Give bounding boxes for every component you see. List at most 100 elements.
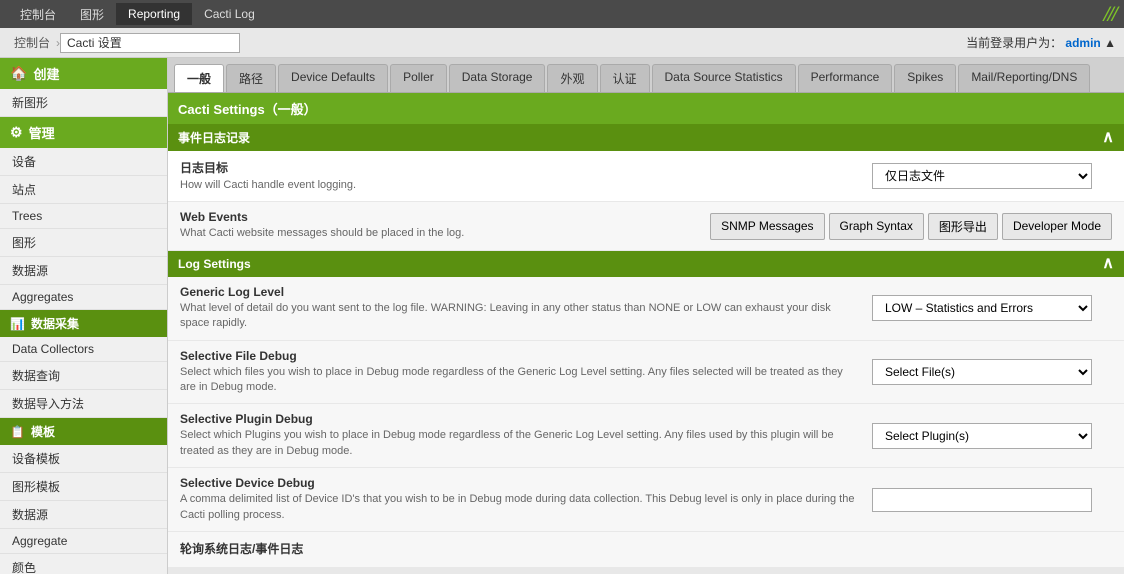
setting-syslog-title: 轮询系统日志/事件日志	[180, 540, 860, 557]
subsection-event-log[interactable]: 事件日志记录 ∧	[168, 124, 1124, 151]
setting-log-target: 日志目标 How will Cacti handle event logging…	[168, 151, 1124, 202]
setting-selective-file-title: Selective File Debug	[180, 349, 860, 363]
setting-selective-plugin-control: Select Plugin(s)	[872, 423, 1112, 449]
sidebar-item-data-queries[interactable]: 数据查询	[0, 362, 167, 390]
top-navigation: 控制台 图形 Reporting Cacti Log ///	[0, 0, 1124, 28]
collapse-icon-log-settings: ∧	[1102, 256, 1114, 272]
setting-generic-log-level: Generic Log Level What level of detail d…	[168, 277, 1124, 341]
user-info: 当前登录用户为： admin ▲	[966, 34, 1116, 51]
breadcrumb-bar: 控制台 › 当前登录用户为： admin ▲	[0, 28, 1124, 58]
main-layout: 🏠 创建 新图形 ⚙ 管理 设备 站点 Trees 图形 数据源 Aggrega…	[0, 58, 1124, 574]
setting-selective-plugin-label: Selective Plugin Debug Select which Plug…	[180, 412, 872, 459]
setting-log-target-title: 日志目标	[180, 159, 860, 176]
setting-web-events-desc: What Cacti website messages should be pl…	[180, 226, 698, 241]
sidebar-item-devices[interactable]: 设备	[0, 148, 167, 176]
page-title-bar: Cacti Settings（一般）	[168, 93, 1124, 124]
log-target-select[interactable]: 仅日志文件	[872, 163, 1092, 189]
breadcrumb-input[interactable]	[60, 33, 240, 53]
tab-performance[interactable]: Performance	[798, 64, 893, 92]
sidebar-section-create: 🏠 创建	[0, 58, 167, 89]
gear-icon: ⚙	[10, 124, 23, 141]
sidebar-item-trees[interactable]: Trees	[0, 204, 167, 229]
sidebar-item-data-source-templates[interactable]: 数据源	[0, 501, 167, 529]
setting-selective-device-control	[872, 488, 1112, 512]
setting-web-events: Web Events What Cacti website messages s…	[168, 202, 1124, 250]
setting-log-target-desc: How will Cacti handle event logging.	[180, 178, 860, 193]
chart-icon: 📊	[10, 317, 25, 331]
setting-selective-file-control: Select File(s)	[872, 359, 1112, 385]
setting-generic-log-label: Generic Log Level What level of detail d…	[180, 285, 872, 332]
tab-data-storage[interactable]: Data Storage	[449, 64, 546, 92]
sidebar-item-sites[interactable]: 站点	[0, 176, 167, 204]
setting-selective-plugin-debug: Selective Plugin Debug Select which Plug…	[168, 404, 1124, 468]
sidebar-item-data-collectors[interactable]: Data Collectors	[0, 337, 167, 362]
sidebar-item-aggregates[interactable]: Aggregates	[0, 285, 167, 310]
sidebar-item-new-graph[interactable]: 新图形	[0, 89, 167, 117]
sidebar-item-graphs[interactable]: 图形	[0, 229, 167, 257]
subsection-log-settings[interactable]: Log Settings ∧	[168, 251, 1124, 277]
sidebar-section-datacollect: 📊 数据采集	[0, 310, 167, 337]
btn-developer-mode[interactable]: Developer Mode	[1002, 213, 1112, 240]
setting-selective-plugin-desc: Select which Plugins you wish to place i…	[180, 428, 860, 459]
nav-item-graphs[interactable]: 图形	[68, 2, 116, 27]
collapse-icon-event-log: ∧	[1102, 130, 1114, 146]
nav-item-reporting[interactable]: Reporting	[116, 3, 192, 25]
tabs-bar: 一般 路径 Device Defaults Poller Data Storag…	[168, 58, 1124, 93]
setting-selective-file-label: Selective File Debug Select which files …	[180, 349, 872, 396]
tab-poller[interactable]: Poller	[390, 64, 447, 92]
subsection-event-log-title: 事件日志记录	[178, 129, 250, 146]
setting-syslog: 轮询系统日志/事件日志	[168, 532, 1124, 568]
sidebar-item-colors[interactable]: 颜色	[0, 554, 167, 574]
btn-graph-syntax[interactable]: Graph Syntax	[829, 213, 924, 240]
tab-data-source-stats[interactable]: Data Source Statistics	[652, 64, 796, 92]
sidebar-item-aggregate-templates[interactable]: Aggregate	[0, 529, 167, 554]
nav-item-cactilog[interactable]: Cacti Log	[192, 3, 267, 25]
logo: ///	[1104, 1, 1116, 27]
sidebar-section-templates: 📋 模板	[0, 418, 167, 445]
selective-file-debug-select[interactable]: Select File(s)	[872, 359, 1092, 385]
subsection-log-settings-title: Log Settings	[178, 257, 251, 271]
breadcrumb-home[interactable]: 控制台	[8, 34, 56, 51]
setting-syslog-label: 轮询系统日志/事件日志	[180, 540, 872, 559]
tab-mail-reporting[interactable]: Mail/Reporting/DNS	[958, 64, 1090, 92]
template-icon: 📋	[10, 425, 25, 439]
generic-log-level-select[interactable]: LOW – Statistics and Errors	[872, 295, 1092, 321]
setting-generic-log-desc: What level of detail do you want sent to…	[180, 301, 860, 332]
btn-snmp-messages[interactable]: SNMP Messages	[710, 213, 824, 240]
setting-selective-file-debug: Selective File Debug Select which files …	[168, 341, 1124, 405]
selective-device-debug-input[interactable]	[872, 488, 1092, 512]
setting-log-target-label: 日志目标 How will Cacti handle event logging…	[180, 159, 872, 193]
sidebar-item-device-templates[interactable]: 设备模板	[0, 445, 167, 473]
home-icon: 🏠	[10, 65, 27, 82]
setting-web-events-label: Web Events What Cacti website messages s…	[180, 210, 710, 241]
setting-selective-device-label: Selective Device Debug A comma delimited…	[180, 476, 872, 523]
tab-paths[interactable]: 路径	[226, 64, 276, 92]
page-title: Cacti Settings（一般）	[178, 99, 317, 118]
sidebar-item-data-import[interactable]: 数据导入方法	[0, 390, 167, 418]
selective-plugin-debug-select[interactable]: Select Plugin(s)	[872, 423, 1092, 449]
tab-device-defaults[interactable]: Device Defaults	[278, 64, 388, 92]
setting-selective-device-desc: A comma delimited list of Device ID's th…	[180, 492, 860, 523]
setting-web-events-title: Web Events	[180, 210, 698, 224]
tab-spikes[interactable]: Spikes	[894, 64, 956, 92]
setting-selective-plugin-title: Selective Plugin Debug	[180, 412, 860, 426]
sidebar-item-graph-templates[interactable]: 图形模板	[0, 473, 167, 501]
sidebar: 🏠 创建 新图形 ⚙ 管理 设备 站点 Trees 图形 数据源 Aggrega…	[0, 58, 168, 574]
sidebar-item-datasources[interactable]: 数据源	[0, 257, 167, 285]
setting-generic-log-title: Generic Log Level	[180, 285, 860, 299]
setting-web-events-control: SNMP Messages Graph Syntax 图形导出 Develope…	[710, 213, 1112, 240]
setting-log-target-control: 仅日志文件	[872, 163, 1112, 189]
main-content: 一般 路径 Device Defaults Poller Data Storag…	[168, 58, 1124, 574]
web-events-buttons: SNMP Messages Graph Syntax 图形导出 Develope…	[710, 213, 1112, 240]
setting-selective-device-debug: Selective Device Debug A comma delimited…	[168, 468, 1124, 532]
btn-graph-export[interactable]: 图形导出	[928, 213, 998, 240]
tab-general[interactable]: 一般	[174, 64, 224, 92]
content-area: Cacti Settings（一般） 事件日志记录 ∧ 日志目标 How wil…	[168, 93, 1124, 568]
nav-item-console[interactable]: 控制台	[8, 2, 68, 27]
tab-auth[interactable]: 认证	[600, 64, 650, 92]
setting-selective-file-desc: Select which files you wish to place in …	[180, 365, 860, 396]
setting-selective-device-title: Selective Device Debug	[180, 476, 860, 490]
sidebar-section-manage: ⚙ 管理	[0, 117, 167, 148]
setting-generic-log-control: LOW – Statistics and Errors	[872, 295, 1112, 321]
tab-appearance[interactable]: 外观	[547, 64, 597, 92]
